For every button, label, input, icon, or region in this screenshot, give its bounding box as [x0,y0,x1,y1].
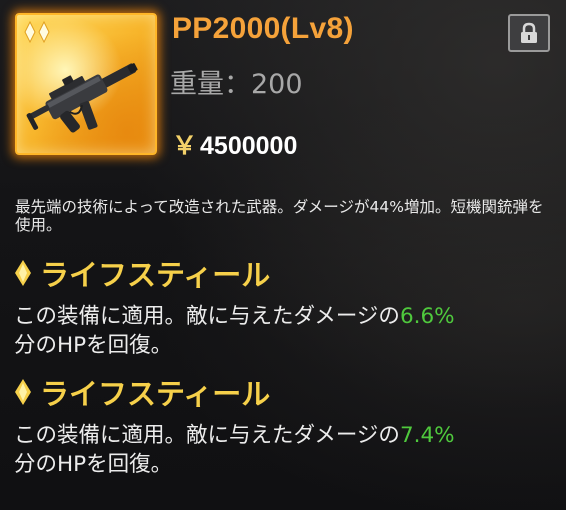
lock-button[interactable] [508,14,550,52]
item-detail-panel: PP2000(Lv8) 重量：200 ￥ 4500000 最先端の技術によって改造… [0,0,566,510]
item-name: PP2000(Lv8) [172,12,354,45]
skill-description-1: この装備に適用。敵に与えたダメージの6.6% 分のHPを回復。 [14,302,559,360]
price-value: 4500000 [200,132,298,160]
skill-title-text: ライフスティール [40,377,271,411]
item-description: 最先端の技術によって改造された武器。ダメージが44%増加。短機関銃弾を使用。 [15,198,544,234]
skill-description-2: この装備に適用。敵に与えたダメージの7.4% 分のHPを回復。 [14,421,559,479]
skill-text-before: この装備に適用。敵に与えたダメージの [14,423,400,448]
skill-text-after: 分のHPを回復。 [14,452,173,477]
skill-text-before: この装備に適用。敵に与えたダメージの [14,304,400,329]
skill-text-after: 分のHPを回復。 [14,333,173,358]
weight-separator: ： [224,69,251,100]
smg-weapon-icon [26,63,138,133]
skill-diamond-icon [15,379,31,405]
skill-value-highlight: 7.4% [399,423,455,448]
weight-stat: 重量：200 [170,62,303,101]
skill-title-1: ライフスティール [14,256,270,292]
weight-label: 重量 [170,69,224,100]
price-stat: ￥ 4500000 [172,126,297,162]
weight-value: 200 [251,69,303,100]
skill-title-2: ライフスティール [14,375,270,411]
skill-title-text: ライフスティール [40,258,271,292]
padlock-icon [521,22,537,43]
skill-diamond-icon [15,260,31,286]
skill-value-highlight: 6.6% [399,304,455,329]
yen-currency-icon: ￥ [172,132,198,160]
item-icon-frame[interactable] [15,13,157,155]
